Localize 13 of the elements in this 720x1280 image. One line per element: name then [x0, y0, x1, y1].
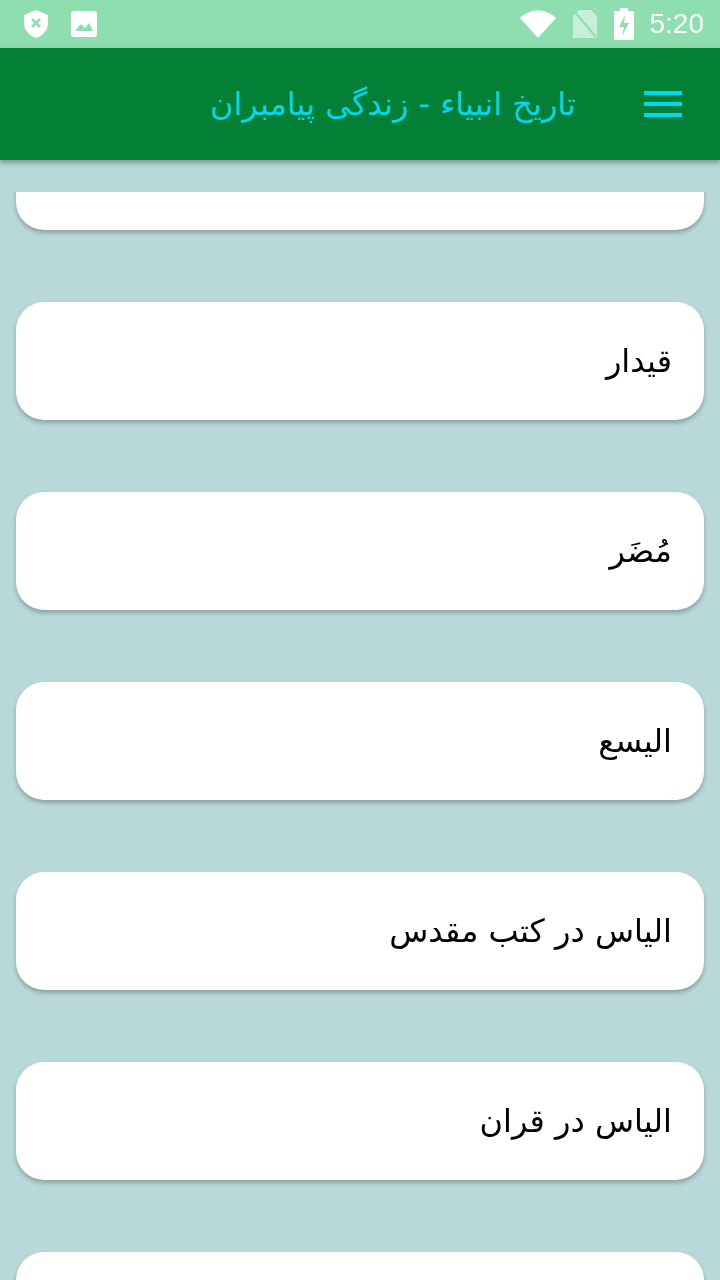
wifi-icon — [519, 10, 556, 38]
list-item[interactable]: الیاس در کتب مقدس — [16, 872, 704, 990]
no-sim-icon — [571, 9, 598, 39]
battery-charging-icon — [613, 8, 634, 40]
list-item[interactable]: قیدار — [16, 302, 704, 420]
clock-time: 5:20 — [649, 8, 704, 40]
menu-icon[interactable] — [644, 91, 682, 117]
list-item[interactable]: الیسع — [16, 682, 704, 800]
list-item[interactable]: مُضَر — [16, 492, 704, 610]
app-title: تاریخ انبیاء - زندگی پیامبران — [209, 85, 576, 123]
image-icon — [70, 10, 98, 38]
shield-icon — [22, 8, 50, 40]
list-item[interactable]: الیاس در قران — [16, 1062, 704, 1180]
